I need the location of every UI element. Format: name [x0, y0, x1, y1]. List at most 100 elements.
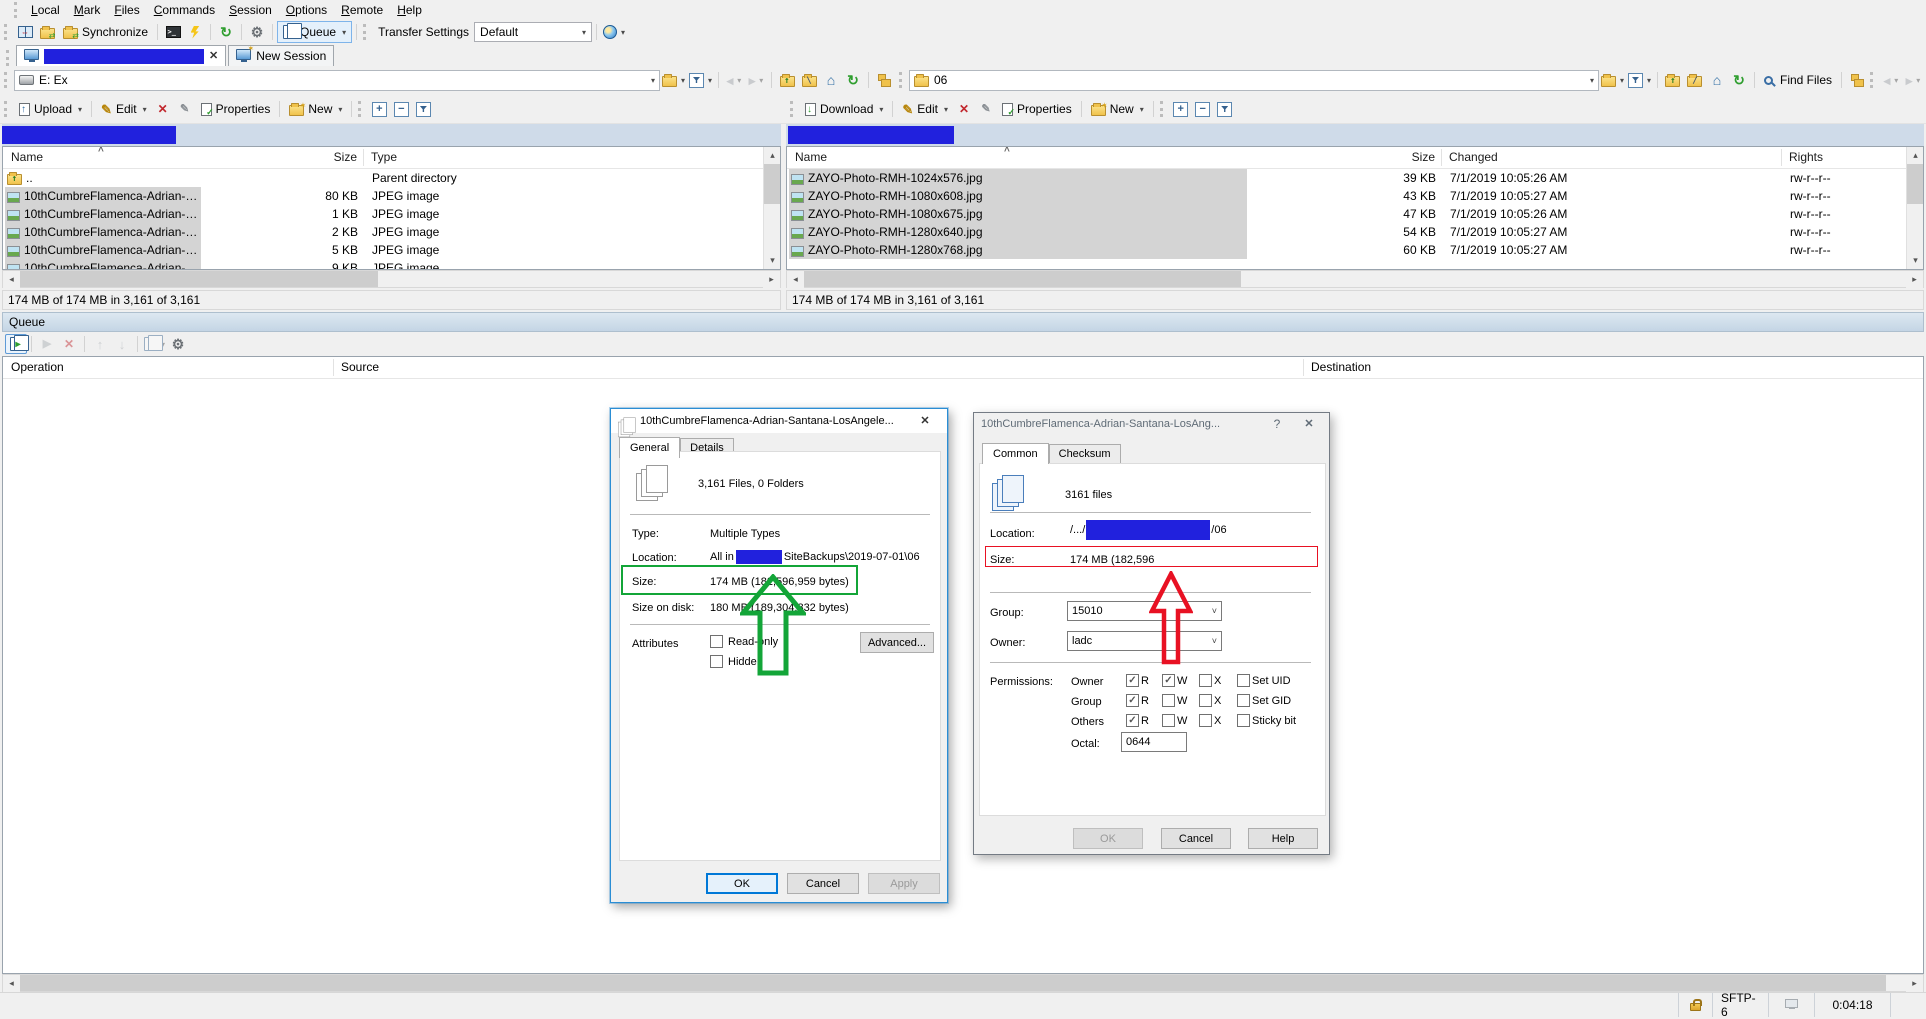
read-only-checkbox[interactable] — [710, 635, 723, 648]
column-header-size[interactable]: Size — [1347, 150, 1435, 164]
properties-button[interactable]: Properties — [196, 99, 276, 119]
checkbox[interactable] — [1237, 714, 1250, 727]
upload-button[interactable]: Upload — [14, 99, 87, 119]
queue-preferences-button[interactable] — [167, 334, 189, 354]
column-header-changed[interactable]: Changed — [1449, 150, 1498, 164]
column-header-name[interactable]: Name — [11, 150, 43, 164]
select-same-ext-button[interactable] — [1214, 99, 1236, 119]
queue-delete-button[interactable] — [58, 334, 80, 354]
checkbox[interactable] — [1237, 674, 1250, 687]
scroll-right-icon[interactable]: ▸ — [1906, 975, 1923, 992]
home-directory-button[interactable] — [1706, 70, 1728, 90]
ok-button[interactable]: OK — [1073, 828, 1143, 849]
open-directory-button[interactable] — [1599, 70, 1626, 90]
download-button[interactable]: Download — [800, 99, 888, 119]
scrollbar-thumb[interactable] — [20, 975, 1886, 991]
directory-tree-button[interactable] — [1846, 70, 1868, 90]
scroll-down-icon[interactable]: ▾ — [764, 252, 781, 269]
scrollbar-thumb[interactable] — [1907, 164, 1923, 204]
perm-owner-setuid[interactable]: Set UID — [1237, 674, 1291, 687]
tab-common[interactable]: Common — [982, 443, 1049, 464]
rename-button[interactable] — [975, 99, 997, 119]
file-row[interactable]: 10thCumbreFlamenca-Adrian-Santana-LosAng… — [4, 223, 762, 241]
edit-button[interactable]: Edit — [897, 99, 953, 119]
file-row[interactable]: ZAYO-Photo-RMH-1280x640.jpg 54 KB 7/1/20… — [788, 223, 1905, 241]
menu-files[interactable]: Files — [107, 1, 146, 19]
scroll-up-icon[interactable]: ▴ — [764, 147, 781, 164]
delete-button[interactable] — [152, 99, 174, 119]
file-row[interactable]: ZAYO-Photo-RMH-1080x608.jpg 43 KB 7/1/20… — [788, 187, 1905, 205]
queue-resume-button[interactable] — [36, 334, 58, 354]
help-button[interactable] — [1264, 413, 1290, 435]
perm-group-setgid[interactable]: Set GID — [1237, 694, 1291, 707]
perm-owner-w[interactable]: W — [1162, 674, 1187, 687]
protocol-status[interactable]: SFTP-6 — [1712, 993, 1768, 1017]
checkbox[interactable] — [1162, 674, 1175, 687]
connection-status[interactable] — [1768, 993, 1814, 1017]
scroll-up-icon[interactable]: ▴ — [1907, 147, 1924, 164]
local-path-field[interactable]: E: Ex ▾ — [14, 70, 660, 91]
filter-button[interactable] — [687, 70, 714, 90]
find-files-button[interactable]: Find Files — [1759, 70, 1837, 90]
root-directory-button[interactable]: \ — [798, 70, 820, 90]
unselect-files-button[interactable]: − — [390, 99, 412, 119]
perm-others-w[interactable]: W — [1162, 714, 1187, 727]
file-row[interactable]: ZAYO-Photo-RMH-1280x768.jpg 60 KB 7/1/20… — [788, 241, 1905, 259]
vertical-scrollbar[interactable]: ▴ ▾ — [763, 147, 780, 269]
back-button[interactable] — [1880, 70, 1902, 90]
synchronize-browsing-button[interactable] — [36, 22, 58, 42]
toggle-panels-button[interactable] — [14, 22, 36, 42]
checkbox[interactable] — [1199, 714, 1212, 727]
perm-group-r[interactable]: R — [1126, 694, 1149, 707]
column-divider[interactable] — [1441, 149, 1442, 166]
perm-owner-x[interactable]: X — [1199, 674, 1221, 687]
session-tab-active[interactable] — [16, 45, 226, 66]
scrollbar-thumb[interactable] — [764, 164, 780, 204]
select-files-button[interactable]: + — [368, 99, 390, 119]
scroll-down-icon[interactable]: ▾ — [1907, 252, 1924, 269]
owner-select[interactable]: ladc ˅ — [1067, 631, 1222, 651]
synchronize-button[interactable]: Synchronize — [58, 22, 153, 42]
close-button[interactable] — [910, 410, 940, 432]
edit-button[interactable]: Edit — [96, 99, 152, 119]
refresh-panel-button[interactable] — [842, 70, 864, 90]
scroll-left-icon[interactable]: ◂ — [787, 271, 804, 288]
scrollbar-thumb[interactable] — [20, 271, 378, 287]
refresh-panel-button[interactable] — [1728, 70, 1750, 90]
column-header-type[interactable]: Type — [371, 150, 397, 164]
menu-options[interactable]: Options — [279, 1, 334, 19]
file-row-partial[interactable]: 10thCumbreFlamenca-Adrian-Santana-LosAng… — [4, 259, 762, 270]
tab-general[interactable]: General — [619, 437, 680, 458]
checkbox[interactable] — [1199, 674, 1212, 687]
transfer-settings-select[interactable]: Default ▾ — [474, 22, 592, 42]
column-divider[interactable] — [363, 149, 364, 166]
column-header-size[interactable]: Size — [243, 150, 357, 164]
close-button[interactable] — [1296, 413, 1322, 435]
transfer-options-button[interactable] — [601, 22, 627, 42]
file-row[interactable]: 10thCumbreFlamenca-Adrian-Santana-LosAng… — [4, 187, 762, 205]
checkbox[interactable] — [1126, 714, 1139, 727]
parent-directory-button[interactable]: ↑ — [776, 70, 798, 90]
menu-local[interactable]: Local — [24, 1, 67, 19]
apply-button[interactable]: Apply — [868, 873, 940, 894]
queue-move-down-button[interactable] — [111, 334, 133, 354]
scrollbar-thumb[interactable] — [804, 271, 1241, 287]
forward-button[interactable] — [745, 70, 767, 90]
cancel-button[interactable]: Cancel — [1161, 828, 1231, 849]
new-session-tab[interactable]: New Session — [228, 45, 334, 66]
properties-button[interactable]: Properties — [997, 99, 1077, 119]
group-select[interactable]: 15010 ˅ — [1067, 601, 1222, 621]
delete-button[interactable] — [953, 99, 975, 119]
scroll-right-icon[interactable]: ▸ — [1906, 271, 1923, 288]
home-directory-button[interactable] — [820, 70, 842, 90]
perm-owner-r[interactable]: R — [1126, 674, 1149, 687]
select-files-button[interactable]: + — [1170, 99, 1192, 119]
checkbox[interactable] — [1237, 694, 1250, 707]
filter-button[interactable] — [1626, 70, 1653, 90]
open-directory-button[interactable] — [660, 70, 687, 90]
file-row[interactable]: ZAYO-Photo-RMH-1024x576.jpg 39 KB 7/1/20… — [788, 169, 1905, 187]
column-header-name[interactable]: Name — [795, 150, 827, 164]
advanced-button[interactable]: Advanced... — [860, 632, 934, 653]
menu-mark[interactable]: Mark — [67, 1, 108, 19]
scroll-right-icon[interactable]: ▸ — [763, 271, 780, 288]
